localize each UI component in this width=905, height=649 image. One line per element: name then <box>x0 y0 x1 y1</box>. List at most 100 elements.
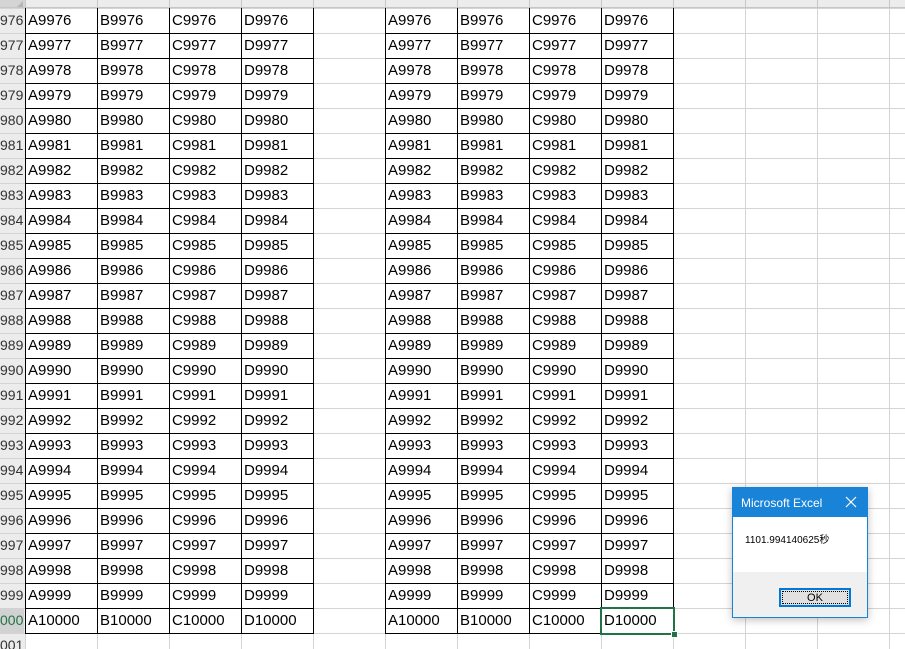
left-table-cell[interactable]: D9992 <box>241 408 313 433</box>
left-table-cell[interactable]: C9980 <box>169 108 241 133</box>
right-table-cell[interactable]: D9984 <box>601 208 673 233</box>
left-table-cell[interactable]: D9995 <box>241 483 313 508</box>
right-table-cell[interactable]: B9991 <box>457 383 529 408</box>
left-table-cell[interactable]: A9983 <box>25 183 97 208</box>
left-table-cell[interactable]: B9987 <box>97 283 169 308</box>
left-table-cell[interactable]: D9981 <box>241 133 313 158</box>
right-table-cell[interactable]: C9978 <box>529 58 601 83</box>
left-table-cell[interactable]: B9997 <box>97 533 169 558</box>
right-table-cell[interactable]: D9987 <box>601 283 673 308</box>
right-table-cell[interactable]: D9983 <box>601 183 673 208</box>
right-table-cell[interactable]: A9976 <box>385 8 457 33</box>
left-table-cell[interactable]: D9987 <box>241 283 313 308</box>
left-table-cell[interactable]: B9986 <box>97 258 169 283</box>
left-table-cell[interactable]: D9986 <box>241 258 313 283</box>
right-table-cell[interactable]: C9989 <box>529 333 601 358</box>
left-table-cell[interactable]: A9978 <box>25 58 97 83</box>
row-header[interactable]: 981 <box>0 133 24 158</box>
right-table-cell[interactable]: A9981 <box>385 133 457 158</box>
right-table-cell[interactable]: A9990 <box>385 358 457 383</box>
right-table-cell[interactable]: C9996 <box>529 508 601 533</box>
left-table-cell[interactable]: A9987 <box>25 283 97 308</box>
right-table-cell[interactable]: A9983 <box>385 183 457 208</box>
row-header[interactable]: 995 <box>0 483 24 508</box>
row-header[interactable]: 984 <box>0 208 24 233</box>
left-table-cell[interactable]: B9990 <box>97 358 169 383</box>
right-table-cell[interactable]: D9982 <box>601 158 673 183</box>
left-table-cell[interactable]: C9984 <box>169 208 241 233</box>
left-table-cell[interactable]: B9982 <box>97 158 169 183</box>
left-table-cell[interactable]: A9976 <box>25 8 97 33</box>
right-table-cell[interactable]: C9998 <box>529 558 601 583</box>
right-table-cell[interactable]: C9987 <box>529 283 601 308</box>
left-table-cell[interactable]: C9996 <box>169 508 241 533</box>
left-table-cell[interactable]: A9994 <box>25 458 97 483</box>
left-table-cell[interactable]: B9993 <box>97 433 169 458</box>
row-header[interactable]: 996 <box>0 508 24 533</box>
right-table-cell[interactable]: C9991 <box>529 383 601 408</box>
left-table-cell[interactable]: A9982 <box>25 158 97 183</box>
right-table-cell[interactable]: D9979 <box>601 83 673 108</box>
row-header[interactable]: 998 <box>0 558 24 583</box>
right-table-cell[interactable]: C9984 <box>529 208 601 233</box>
right-table-cell[interactable]: B9978 <box>457 58 529 83</box>
right-table-cell[interactable]: D9981 <box>601 133 673 158</box>
left-table-cell[interactable]: D9988 <box>241 308 313 333</box>
left-table-cell[interactable]: B9977 <box>97 33 169 58</box>
row-header[interactable]: 993 <box>0 433 24 458</box>
right-table-cell[interactable]: B9981 <box>457 133 529 158</box>
right-table-cell[interactable]: C9997 <box>529 533 601 558</box>
row-header[interactable]: 986 <box>0 258 24 283</box>
right-table-cell[interactable]: D9989 <box>601 333 673 358</box>
row-header[interactable]: 985 <box>0 233 24 258</box>
left-table-cell[interactable]: A9985 <box>25 233 97 258</box>
left-table-cell[interactable]: C9981 <box>169 133 241 158</box>
right-table-cell[interactable]: B9995 <box>457 483 529 508</box>
right-table-cell[interactable]: B9997 <box>457 533 529 558</box>
left-table-cell[interactable]: D9994 <box>241 458 313 483</box>
right-table-cell[interactable]: D9992 <box>601 408 673 433</box>
right-table-cell[interactable]: C9992 <box>529 408 601 433</box>
right-table-cell[interactable]: D9996 <box>601 508 673 533</box>
left-table-cell[interactable]: B9976 <box>97 8 169 33</box>
left-table-cell[interactable]: A9991 <box>25 383 97 408</box>
right-table-cell[interactable]: B9988 <box>457 308 529 333</box>
left-table-cell[interactable]: A9984 <box>25 208 97 233</box>
left-table-cell[interactable]: B9980 <box>97 108 169 133</box>
left-table-cell[interactable]: B9999 <box>97 583 169 608</box>
left-table-cell[interactable]: D9993 <box>241 433 313 458</box>
row-header[interactable]: 979 <box>0 83 24 108</box>
close-icon[interactable] <box>835 488 867 517</box>
left-table-cell[interactable]: B9996 <box>97 508 169 533</box>
left-table-cell[interactable]: C9987 <box>169 283 241 308</box>
left-table-cell[interactable]: C9999 <box>169 583 241 608</box>
right-table-cell[interactable]: D9998 <box>601 558 673 583</box>
right-table-cell[interactable]: D9978 <box>601 58 673 83</box>
right-table-cell[interactable]: C9979 <box>529 83 601 108</box>
column-header-bar[interactable] <box>0 0 905 8</box>
left-table-cell[interactable]: D9983 <box>241 183 313 208</box>
right-table-cell[interactable]: A9977 <box>385 33 457 58</box>
row-header[interactable]: 980 <box>0 108 24 133</box>
right-table-cell[interactable]: D9988 <box>601 308 673 333</box>
left-table-cell[interactable]: B9994 <box>97 458 169 483</box>
left-table-cell[interactable]: D9989 <box>241 333 313 358</box>
right-table-cell[interactable]: C9983 <box>529 183 601 208</box>
left-table-cell[interactable]: D9985 <box>241 233 313 258</box>
right-table-cell[interactable]: A9995 <box>385 483 457 508</box>
left-table-cell[interactable]: A9989 <box>25 333 97 358</box>
right-table-cell[interactable]: C9988 <box>529 308 601 333</box>
right-table-cell[interactable]: D9977 <box>601 33 673 58</box>
left-table-cell[interactable]: A9981 <box>25 133 97 158</box>
row-header[interactable]: 994 <box>0 458 24 483</box>
right-table-cell[interactable]: C9999 <box>529 583 601 608</box>
left-table-cell[interactable]: A9997 <box>25 533 97 558</box>
row-header[interactable]: 990 <box>0 358 24 383</box>
left-table-cell[interactable]: B9995 <box>97 483 169 508</box>
row-header[interactable]: 999 <box>0 583 24 608</box>
right-table-cell[interactable]: A9978 <box>385 58 457 83</box>
right-table-cell[interactable]: B9982 <box>457 158 529 183</box>
left-table-cell[interactable]: D9990 <box>241 358 313 383</box>
right-table-cell[interactable]: C9995 <box>529 483 601 508</box>
right-table-cell[interactable]: D9993 <box>601 433 673 458</box>
